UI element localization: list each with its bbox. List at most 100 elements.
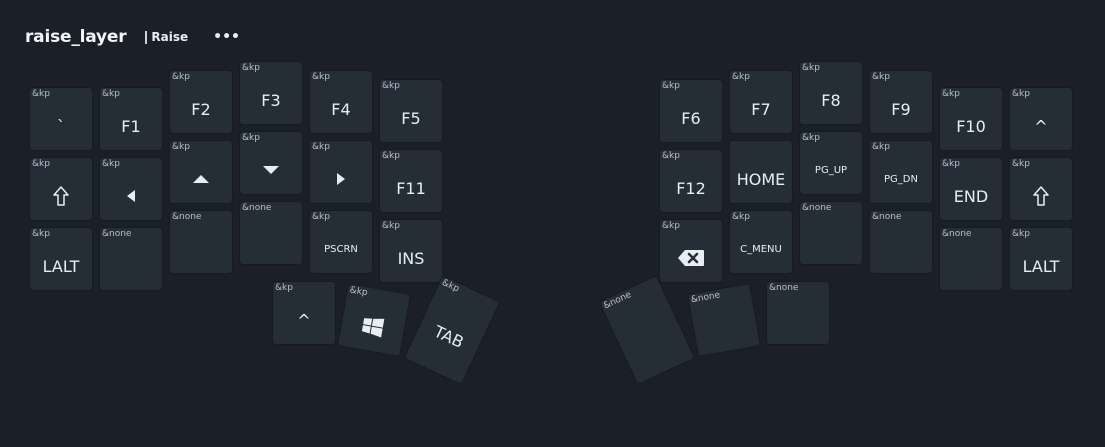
key-r12[interactable]: &kp PG_UP — [799, 131, 863, 195]
key-behavior: &kp — [172, 72, 190, 82]
key-l21[interactable]: &none — [99, 227, 163, 291]
key-lt0[interactable]: &kp ^ — [272, 281, 336, 345]
more-options-icon[interactable]: ••• — [213, 30, 240, 44]
key-r00[interactable]: &kp F6 — [659, 79, 723, 143]
key-l13[interactable]: &kp — [239, 131, 303, 195]
key-behavior: &kp — [802, 63, 820, 73]
key-r22[interactable]: &none — [799, 201, 863, 265]
key-r23[interactable]: &none — [869, 210, 933, 274]
key-l05[interactable]: &kp F5 — [379, 79, 443, 143]
key-r11[interactable]: HOME — [729, 140, 793, 204]
key-label: PG_DN — [884, 173, 918, 185]
key-r05[interactable]: &kp ^ — [1009, 87, 1073, 151]
key-behavior: &kp — [312, 212, 330, 222]
key-l14[interactable]: &kp — [309, 140, 373, 204]
key-behavior: &none — [602, 289, 634, 312]
key-behavior: &kp — [662, 221, 680, 231]
key-behavior: &kp — [440, 277, 461, 295]
key-label — [870, 229, 932, 269]
key-lt2[interactable]: &kp TAB — [403, 274, 501, 386]
key-label: LALT — [42, 256, 80, 276]
key-label: END — [953, 186, 989, 206]
key-l10[interactable]: &kp — [29, 157, 93, 221]
key-label: F2 — [191, 99, 211, 119]
key-l20[interactable]: &kp LALT — [29, 227, 93, 291]
key-r04[interactable]: &kp F10 — [939, 87, 1003, 151]
shift-icon — [30, 176, 92, 216]
key-l02[interactable]: &kp F2 — [169, 70, 233, 134]
key-r24[interactable]: &none — [939, 227, 1003, 291]
key-r03[interactable]: &kp F9 — [869, 70, 933, 134]
key-label — [170, 229, 232, 269]
key-label — [240, 220, 302, 260]
key-behavior: &kp — [942, 89, 960, 99]
key-l00[interactable]: &kp ` — [29, 87, 93, 151]
key-label — [800, 220, 862, 260]
key-behavior: &kp — [242, 63, 260, 73]
layer-label[interactable]: Raise — [145, 30, 188, 44]
key-l22[interactable]: &none — [169, 210, 233, 274]
windows-icon — [339, 302, 407, 352]
key-behavior: &kp — [942, 159, 960, 169]
key-label: F6 — [681, 108, 701, 128]
key-r10[interactable]: &kp F12 — [659, 149, 723, 213]
key-l15[interactable]: &kp F11 — [379, 149, 443, 213]
key-behavior: &kp — [275, 283, 293, 293]
shift-icon — [1010, 176, 1072, 216]
key-behavior: &kp — [242, 133, 260, 143]
key-label: HOME — [736, 169, 786, 189]
key-label: PSCRN — [324, 243, 358, 255]
arrow-up-icon — [170, 159, 232, 199]
arrow-right-icon — [310, 159, 372, 199]
key-behavior: &kp — [1012, 159, 1030, 169]
key-label: ` — [57, 116, 65, 136]
key-behavior: &none — [690, 290, 722, 306]
key-behavior: &kp — [348, 285, 369, 299]
key-r25[interactable]: &kp LALT — [1009, 227, 1073, 291]
key-behavior: &kp — [802, 133, 820, 143]
key-label: F11 — [396, 178, 426, 198]
key-label — [608, 294, 691, 378]
key-behavior: &kp — [662, 151, 680, 161]
key-l11[interactable]: &kp — [99, 157, 163, 221]
key-l04[interactable]: &kp F4 — [309, 70, 373, 134]
key-label — [100, 246, 162, 286]
key-rt0[interactable]: &none — [598, 274, 696, 386]
key-label: F9 — [891, 99, 911, 119]
key-l25[interactable]: &kp INS — [379, 219, 443, 283]
key-r13[interactable]: &kp PG_DN — [869, 140, 933, 204]
key-l24[interactable]: &kp PSCRN — [309, 210, 373, 274]
layer-name[interactable]: raise_layer — [25, 27, 127, 47]
key-label: INS — [397, 248, 425, 268]
key-l12[interactable]: &kp — [169, 140, 233, 204]
key-behavior: &kp — [32, 89, 50, 99]
key-behavior: &none — [242, 203, 272, 213]
key-label — [691, 302, 759, 352]
key-behavior: &none — [942, 229, 972, 239]
key-behavior: &kp — [1012, 229, 1030, 239]
key-behavior: &kp — [732, 212, 750, 222]
key-r20[interactable]: &kp — [659, 219, 723, 283]
key-l01[interactable]: &kp F1 — [99, 87, 163, 151]
key-label — [767, 300, 829, 340]
key-behavior: &none — [769, 283, 799, 293]
key-behavior: &kp — [172, 142, 190, 152]
key-r02[interactable]: &kp F8 — [799, 61, 863, 125]
key-behavior: &kp — [872, 72, 890, 82]
key-behavior: &kp — [312, 142, 330, 152]
key-label: LALT — [1022, 256, 1060, 276]
key-lt1[interactable]: &kp — [336, 282, 412, 358]
key-l23[interactable]: &none — [239, 201, 303, 265]
key-l03[interactable]: &kp F3 — [239, 61, 303, 125]
key-rt2[interactable]: &none — [766, 281, 830, 345]
key-label: F10 — [956, 116, 986, 136]
key-behavior: &kp — [382, 221, 400, 231]
key-r21[interactable]: &kp C_MENU — [729, 210, 793, 274]
layer-header: raise_layer Raise ••• — [25, 24, 240, 50]
key-behavior: &none — [102, 229, 132, 239]
key-rt1[interactable]: &none — [686, 282, 762, 358]
key-r14[interactable]: &kp END — [939, 157, 1003, 221]
key-label: F7 — [751, 99, 771, 119]
key-r15[interactable]: &kp — [1009, 157, 1073, 221]
key-r01[interactable]: &kp F7 — [729, 70, 793, 134]
